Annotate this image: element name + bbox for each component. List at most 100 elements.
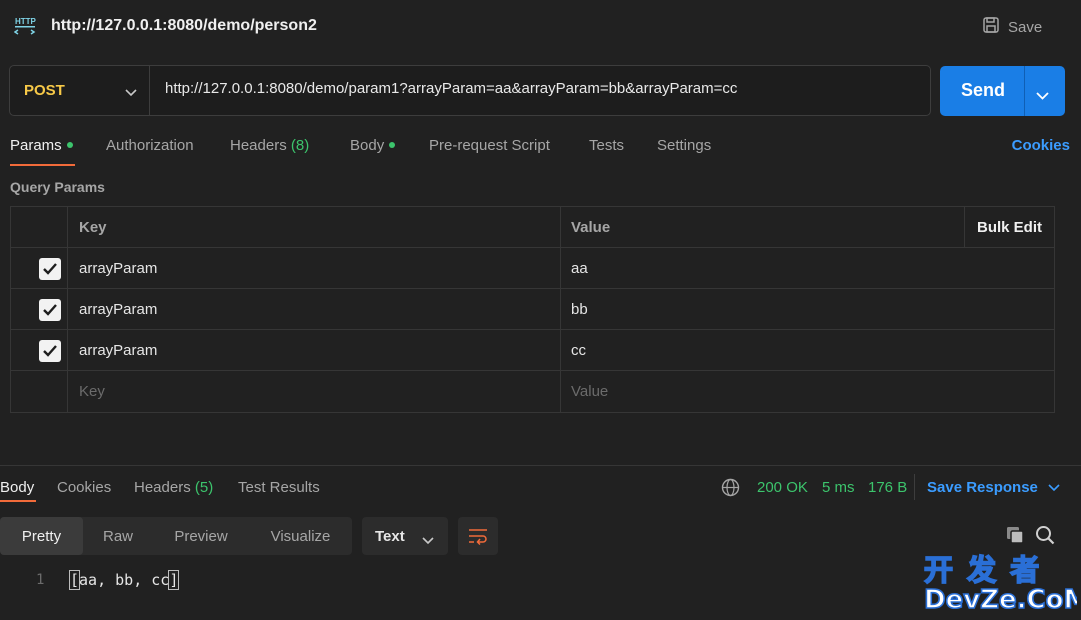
query-params-label: Query Params	[10, 179, 105, 195]
cookies-link[interactable]: Cookies	[1012, 137, 1070, 154]
row-check-cell	[11, 371, 68, 412]
key-column-header: Key	[68, 207, 561, 247]
new-key-input[interactable]: Key	[68, 371, 561, 412]
header-check-cell	[11, 207, 68, 247]
row-check-cell	[11, 330, 68, 370]
param-key: arrayParam	[79, 300, 158, 318]
params-indicator-dot	[66, 142, 73, 149]
send-options-chevron-icon[interactable]	[1036, 84, 1049, 105]
globe-icon[interactable]	[721, 478, 740, 501]
value-header-label: Value	[571, 218, 611, 236]
table-row: arrayParam aa	[11, 248, 1054, 289]
tab-active-underline	[10, 164, 75, 166]
table-header-row: Key Value Bulk Edit	[11, 207, 1054, 248]
response-headers-count: (5)	[194, 479, 214, 496]
tab-settings[interactable]: Settings	[657, 137, 711, 154]
view-raw[interactable]: Raw	[83, 517, 153, 555]
wrap-lines-button[interactable]	[458, 517, 498, 555]
close-bracket: ]	[168, 570, 180, 590]
row-checkbox[interactable]	[39, 299, 61, 321]
copy-icon[interactable]	[1005, 525, 1025, 549]
save-response-label: Save Response	[927, 479, 1038, 496]
tab-tests[interactable]: Tests	[589, 137, 624, 154]
watermark-logo: 开 发 者 DevZe.CoM	[922, 552, 1081, 616]
format-label: Text	[375, 527, 405, 545]
send-button[interactable]: Send	[961, 80, 1005, 101]
open-bracket: [	[68, 570, 81, 590]
param-value: aa	[571, 259, 588, 277]
send-divider	[1024, 66, 1025, 116]
svg-text:开 发 者: 开 发 者	[924, 553, 1041, 587]
title-bar: HTTP http://127.0.0.1:8080/demo/person2 …	[0, 0, 1081, 52]
save-button[interactable]: Save	[982, 16, 1042, 38]
value-placeholder: Value	[571, 383, 609, 400]
tab-body[interactable]: Body	[350, 137, 396, 154]
response-body-text: aa, bb, cc	[79, 571, 170, 589]
svg-text:HTTP: HTTP	[15, 17, 37, 26]
param-value-cell[interactable]: aa	[561, 248, 1054, 288]
view-visualize[interactable]: Visualize	[249, 517, 352, 555]
response-tab-body[interactable]: Body	[0, 479, 34, 496]
tab-params-label: Params	[10, 137, 62, 154]
tab-pre-request-script[interactable]: Pre-request Script	[429, 137, 550, 154]
tab-headers-label: Headers	[230, 137, 287, 154]
view-pretty[interactable]: Pretty	[0, 517, 83, 555]
row-checkbox[interactable]	[39, 258, 61, 280]
save-label: Save	[1008, 18, 1043, 36]
chevron-down-icon	[1048, 479, 1060, 496]
new-value-input[interactable]: Value	[561, 371, 1054, 412]
tab-headers[interactable]: Headers (8)	[230, 137, 309, 154]
row-check-cell	[11, 289, 68, 329]
headers-count: (8)	[290, 137, 310, 154]
request-title[interactable]: http://127.0.0.1:8080/demo/person2	[51, 17, 317, 35]
bulk-edit-button[interactable]: Bulk Edit	[964, 207, 1054, 247]
response-tab-cookies[interactable]: Cookies	[57, 479, 111, 496]
body-indicator-dot	[389, 142, 396, 149]
method-select[interactable]: POST	[10, 66, 150, 115]
response-body-line: [aa, bb, cc]	[68, 570, 180, 590]
url-input[interactable]: http://127.0.0.1:8080/demo/param1?arrayP…	[165, 80, 915, 97]
status-separator	[914, 474, 915, 500]
param-value: cc	[571, 341, 586, 359]
table-row: arrayParam bb	[11, 289, 1054, 330]
tab-authorization[interactable]: Authorization	[106, 137, 194, 154]
format-select[interactable]: Text	[362, 517, 448, 555]
param-value-cell[interactable]: cc	[561, 330, 1054, 370]
line-number: 1	[36, 572, 45, 588]
query-params-table: Key Value Bulk Edit arrayParam aa arrayP…	[10, 206, 1055, 413]
send-button-group: Send	[940, 66, 1065, 116]
response-status[interactable]: 200 OK	[757, 479, 808, 496]
request-tabs: Params Authorization Headers (8) Body Pr…	[10, 136, 1070, 166]
table-row: arrayParam cc	[11, 330, 1054, 371]
response-tab-test-results[interactable]: Test Results	[238, 479, 320, 496]
tab-params[interactable]: Params	[10, 137, 73, 154]
response-tab-headers[interactable]: Headers (5)	[134, 479, 213, 496]
chevron-down-icon	[125, 84, 137, 101]
param-value-cell[interactable]: bb	[561, 289, 1054, 329]
url-bar: POST http://127.0.0.1:8080/demo/param1?a…	[9, 65, 931, 116]
svg-text:DevZe.CoM: DevZe.CoM	[924, 585, 1077, 614]
save-response-button[interactable]: Save Response	[927, 479, 1060, 496]
response-divider[interactable]	[0, 465, 1081, 466]
table-row-empty: Key Value	[11, 371, 1054, 412]
param-key-cell[interactable]: arrayParam	[68, 330, 561, 370]
row-checkbox[interactable]	[39, 340, 61, 362]
response-time[interactable]: 5 ms	[822, 479, 855, 496]
method-label: POST	[24, 82, 65, 99]
response-body-editor[interactable]: 1 [aa, bb, cc]	[0, 568, 1081, 598]
response-size[interactable]: 176 B	[868, 479, 907, 496]
param-value: bb	[571, 300, 588, 318]
http-request-icon: HTTP	[13, 14, 38, 36]
response-headers-label: Headers	[134, 479, 191, 496]
chevron-down-icon	[422, 532, 434, 549]
param-key-cell[interactable]: arrayParam	[68, 289, 561, 329]
row-check-cell	[11, 248, 68, 288]
param-key: arrayParam	[79, 259, 158, 277]
search-icon[interactable]	[1035, 525, 1055, 549]
key-placeholder: Key	[79, 383, 105, 400]
param-key: arrayParam	[79, 341, 158, 359]
param-key-cell[interactable]: arrayParam	[68, 248, 561, 288]
key-header-label: Key	[79, 218, 107, 236]
view-mode-tabs: Pretty Raw Preview Visualize	[0, 517, 352, 555]
view-preview[interactable]: Preview	[153, 517, 249, 555]
